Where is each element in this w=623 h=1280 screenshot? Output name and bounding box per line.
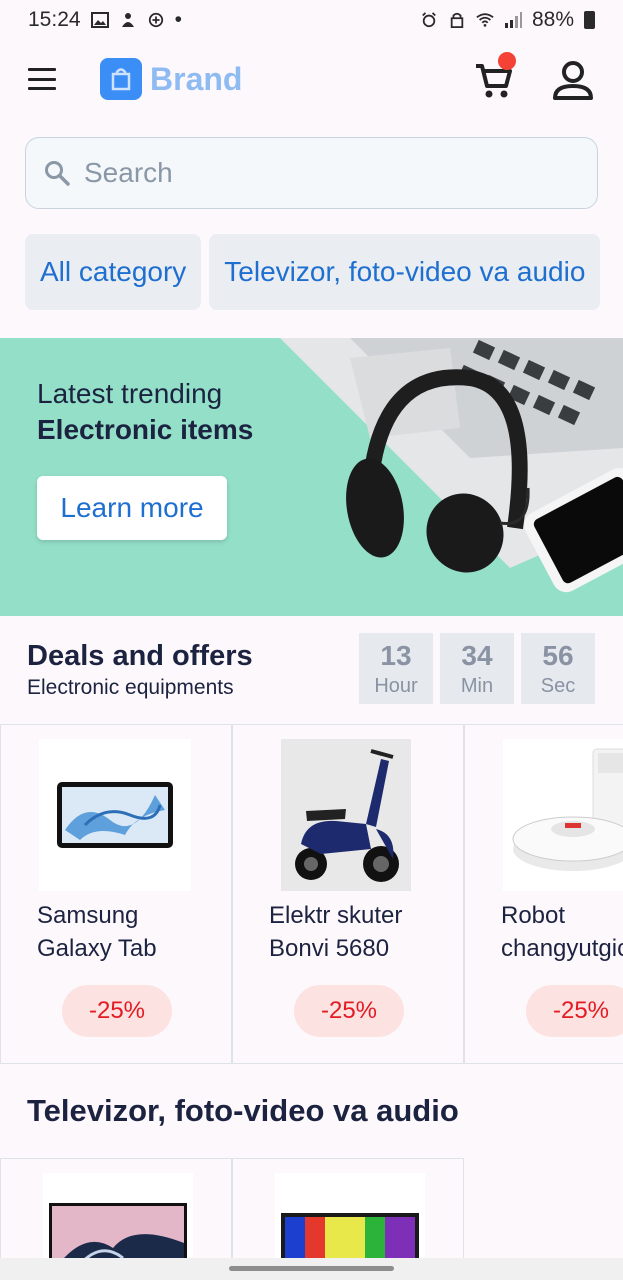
search-input[interactable] <box>84 157 564 189</box>
menu-icon[interactable] <box>28 68 56 90</box>
product-card[interactable] <box>0 1158 232 1258</box>
product-grid <box>0 1158 466 1258</box>
notification-icon <box>121 13 134 27</box>
profile-button[interactable] <box>550 58 596 104</box>
deals-carousel[interactable]: Samsung Galaxy Tab -25% Elektr skuter Bo… <box>0 724 623 1064</box>
deal-name-line2: Galaxy Tab <box>37 935 157 962</box>
lock-icon <box>450 12 464 28</box>
shopping-bag-icon <box>100 58 142 100</box>
alarm-icon <box>422 12 436 28</box>
timer-seconds-label: Sec <box>540 674 576 697</box>
category-chips: All category Televizor, foto-video va au… <box>25 234 601 310</box>
deals-title: Deals and offers <box>27 640 253 672</box>
status-time: 15:24 <box>28 8 81 31</box>
home-gesture-handle[interactable] <box>229 1266 394 1271</box>
status-dot: • <box>174 8 182 31</box>
brand-name: Brand <box>150 60 243 97</box>
search-bar[interactable] <box>25 137 598 209</box>
deal-name-line1: Samsung <box>37 902 139 929</box>
discount-badge: -25% <box>526 985 623 1037</box>
deal-name-line1: Elektr skuter <box>269 902 403 929</box>
learn-more-button[interactable]: Learn more <box>37 476 227 540</box>
product-card[interactable] <box>232 1158 464 1258</box>
product-image-monitor <box>275 1173 425 1258</box>
timer-minutes: 34 Min <box>440 633 514 704</box>
message-icon <box>148 12 163 28</box>
discount-badge: -25% <box>62 985 172 1037</box>
category-chip-all[interactable]: All category <box>25 234 202 310</box>
deal-name-line1: Robot <box>501 902 566 929</box>
status-bar: 15:24 • 88% <box>0 0 623 40</box>
timer-hours-label: Hour <box>374 674 418 697</box>
deal-name: Elektr skuter Bonvi 5680 <box>269 899 459 965</box>
discount-badge: -25% <box>294 985 404 1037</box>
product-image-scooter <box>281 739 411 891</box>
user-icon <box>553 61 593 100</box>
wifi-icon <box>476 13 494 27</box>
deals-subtitle: Electronic equipments <box>27 676 234 699</box>
battery-level: 88% <box>531 8 574 31</box>
cart-badge <box>498 52 516 70</box>
deal-name: Samsung Galaxy Tab <box>37 899 227 965</box>
deal-name-line2: changyutgich <box>501 935 623 962</box>
product-image-tablet <box>39 739 191 891</box>
category-chip-tv-photo-video-audio[interactable]: Televizor, foto-video va audio <box>209 234 601 310</box>
deal-name: Robot changyutgich <box>501 899 623 965</box>
deal-card[interactable]: Robot changyutgich -25% <box>464 725 623 1063</box>
cart-button[interactable] <box>472 52 516 102</box>
deal-card[interactable]: Samsung Galaxy Tab -25% <box>0 725 232 1063</box>
signal-icon <box>504 12 522 28</box>
gallery-icon <box>90 12 109 28</box>
timer-hours-value: 13 <box>380 639 412 671</box>
banner-line1: Latest trending <box>37 378 223 409</box>
timer-seconds: 56 Sec <box>521 633 595 704</box>
search-icon <box>45 161 70 186</box>
deal-card[interactable]: Elektr skuter Bonvi 5680 -25% <box>232 725 464 1063</box>
banner-line2: Electronic items <box>37 414 254 445</box>
battery-icon <box>584 11 595 29</box>
product-image-robot-vacuum <box>503 739 623 891</box>
headphones-laptop-image <box>280 338 623 593</box>
promo-banner: Latest trending Electronic items Learn m… <box>0 338 623 616</box>
app-header: Brand <box>0 50 623 110</box>
timer-minutes-value: 34 <box>461 639 493 671</box>
deal-name-line2: Bonvi 5680 <box>269 935 390 962</box>
timer-hours: 13 Hour <box>359 633 433 704</box>
brand-logo[interactable]: Brand <box>100 58 242 100</box>
product-image-tv <box>43 1173 193 1258</box>
timer-minutes-label: Min <box>460 674 494 697</box>
system-navigation-bar <box>0 1258 623 1280</box>
timer-seconds-value: 56 <box>542 639 574 671</box>
section-title: Televizor, foto-video va audio <box>27 1093 459 1128</box>
